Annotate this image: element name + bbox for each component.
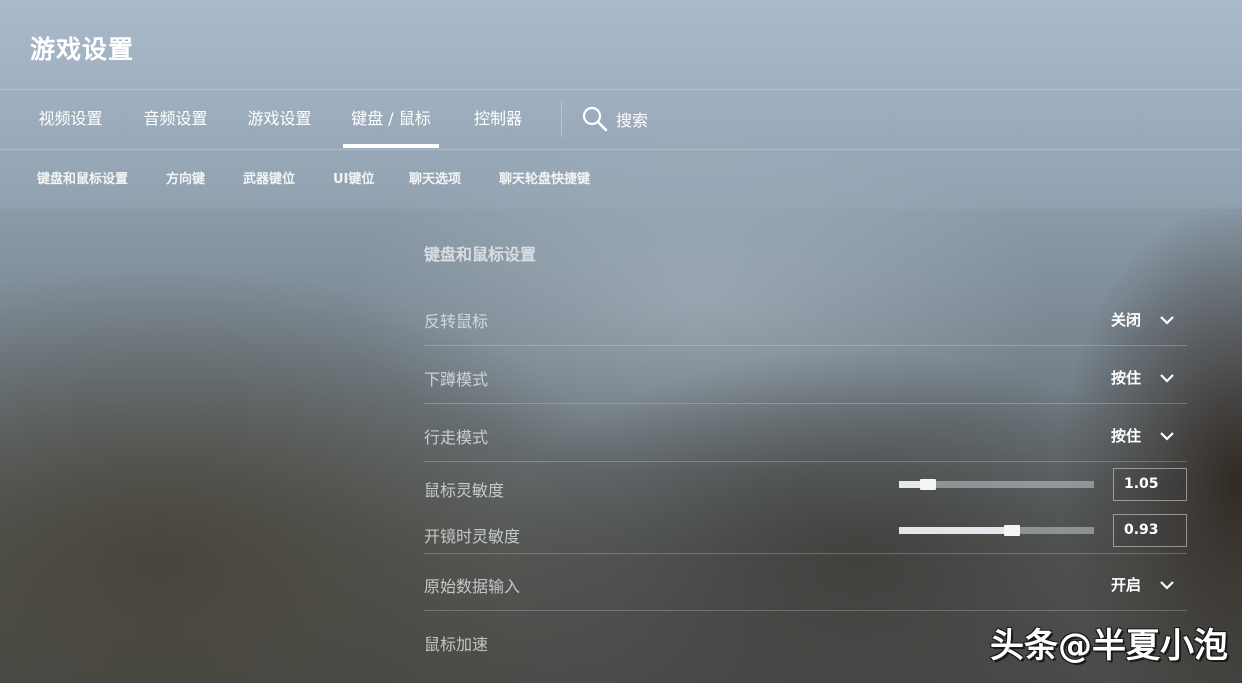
- setting-label: 下蹲模式: [424, 370, 489, 389]
- setting-label: 开镜时灵敏度: [424, 527, 521, 546]
- setting-row-crouch-mode: 下蹲模式 按住: [424, 346, 1187, 404]
- setting-row-invert-mouse: 反转鼠标 关闭: [424, 290, 1187, 346]
- dropdown-value: 按住: [1110, 369, 1141, 387]
- setting-row-walk-mode: 行走模式 按住: [424, 404, 1187, 462]
- crouch-mode-dropdown[interactable]: 按住: [1111, 367, 1175, 388]
- search-label: 搜索: [616, 111, 649, 130]
- tab-separator: [561, 101, 562, 137]
- subtab-chat-options[interactable]: 聊天选项: [409, 150, 461, 209]
- tab-video[interactable]: 视频设置: [37, 90, 104, 148]
- chevron-down-icon: [1160, 373, 1174, 383]
- slider-fill: [899, 527, 1013, 534]
- page-title: 游戏设置: [30, 35, 135, 64]
- subtab-kbm-settings[interactable]: 键盘和鼠标设置: [37, 150, 128, 209]
- tab-controller[interactable]: 控制器: [472, 90, 524, 148]
- raw-input-dropdown[interactable]: 开启: [1111, 574, 1175, 595]
- subtab-movement-keys[interactable]: 方向键: [166, 150, 205, 209]
- chevron-down-icon: [1160, 315, 1174, 325]
- chevron-down-icon: [1160, 580, 1174, 590]
- search-button[interactable]: 搜索: [582, 104, 648, 134]
- mouse-sensitivity-input[interactable]: 1.05: [1113, 468, 1187, 501]
- zoom-sensitivity-input[interactable]: 0.93: [1113, 514, 1187, 547]
- setting-label: 原始数据输入: [424, 577, 521, 596]
- slider-thumb[interactable]: [1004, 525, 1021, 536]
- mouse-sensitivity-slider[interactable]: [899, 479, 1094, 490]
- setting-label: 鼠标灵敏度: [424, 481, 505, 500]
- setting-row-mouse-sensitivity: 鼠标灵敏度 1.05: [424, 462, 1187, 508]
- tab-audio[interactable]: 音频设置: [142, 90, 209, 148]
- invert-mouse-dropdown[interactable]: 关闭: [1111, 309, 1175, 330]
- subtab-ui-keys[interactable]: UI键位: [333, 150, 374, 209]
- tab-game[interactable]: 游戏设置: [246, 90, 313, 148]
- dropdown-value: 开启: [1110, 576, 1141, 594]
- watermark: 头条@半夏小泡: [990, 626, 1228, 666]
- setting-row-zoom-sensitivity: 开镜时灵敏度 0.93: [424, 508, 1187, 554]
- zoom-sensitivity-slider[interactable]: [899, 525, 1094, 536]
- subtab-chat-wheel[interactable]: 聊天轮盘快捷键: [499, 150, 590, 209]
- dropdown-value: 关闭: [1110, 311, 1141, 329]
- sub-tabs: 键盘和鼠标设置 方向键 武器键位 UI键位 聊天选项 聊天轮盘快捷键: [0, 150, 1242, 209]
- search-icon: [582, 106, 608, 132]
- chevron-down-icon: [1160, 431, 1174, 441]
- dropdown-value: 按住: [1110, 427, 1141, 445]
- setting-row-raw-input: 原始数据输入 开启: [424, 554, 1187, 611]
- setting-label: 反转鼠标: [424, 312, 489, 331]
- section-title: 键盘和鼠标设置: [424, 245, 537, 264]
- tab-keyboard-mouse[interactable]: 键盘 / 鼠标: [343, 90, 439, 148]
- setting-label: 鼠标加速: [424, 635, 489, 654]
- setting-label: 行走模式: [424, 428, 489, 447]
- walk-mode-dropdown[interactable]: 按住: [1111, 425, 1175, 446]
- slider-thumb[interactable]: [920, 479, 937, 490]
- subtab-weapon-keys[interactable]: 武器键位: [243, 150, 295, 209]
